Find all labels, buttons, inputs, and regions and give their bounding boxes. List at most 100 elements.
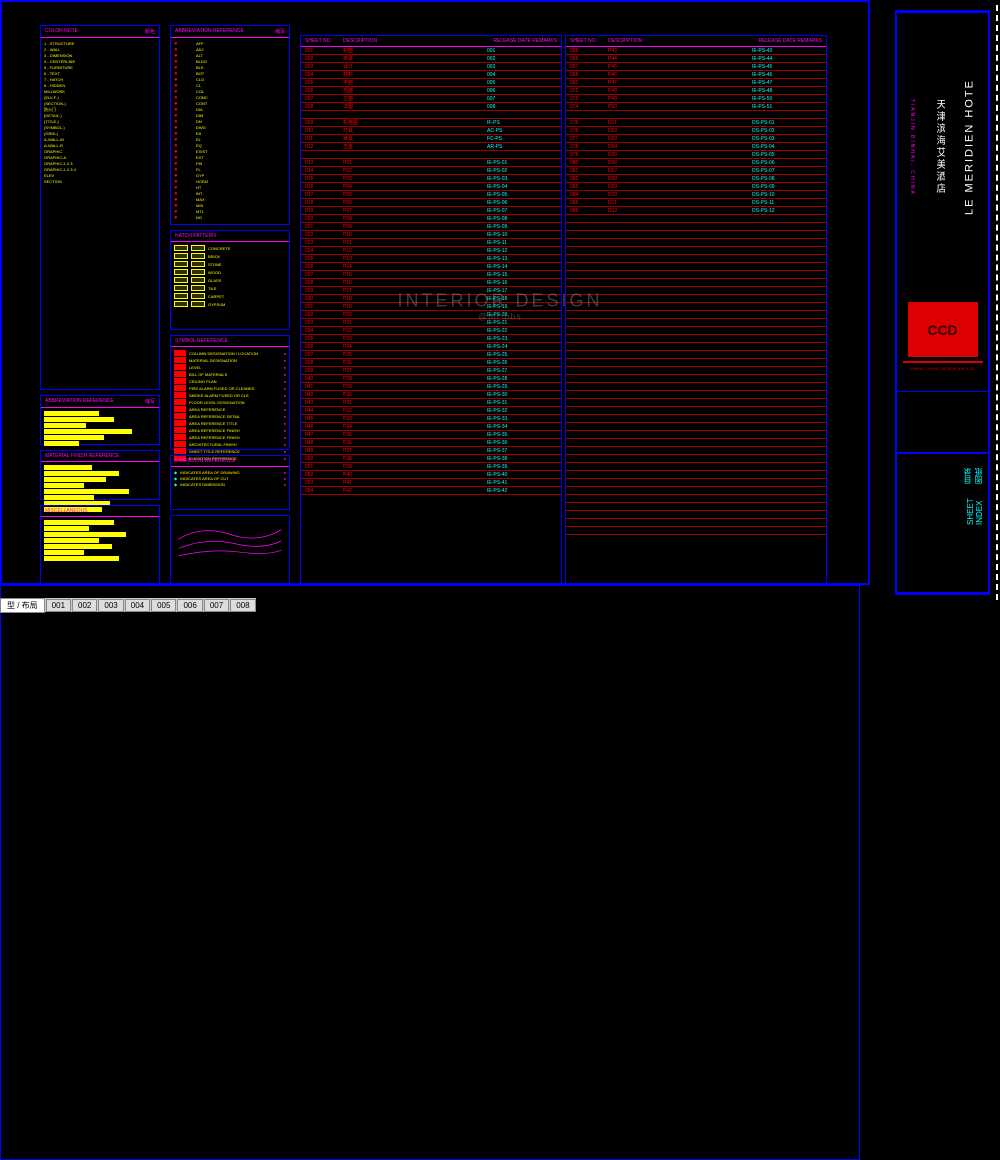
hdr-sheet-no: SHEET NO. (570, 38, 608, 44)
layout-tab-bar[interactable]: 型 / 布局 001002003004005006007008 (0, 598, 256, 612)
index-row: 035P23IE-PS-23 (301, 335, 561, 343)
index-row-blank (566, 375, 826, 383)
graphic-symbols-panel: ABBREVIATION REFERENCE 缩写 ●AFF●ADJ●ALT●B… (170, 25, 290, 225)
index-row-blank (566, 303, 826, 311)
index-row-blank (566, 527, 826, 535)
index-row-blank (566, 383, 826, 391)
index-row: 072P48IE-PS-48 (566, 87, 826, 95)
layout-tab[interactable]: 004 (125, 599, 150, 612)
index-row-blank (566, 295, 826, 303)
color-note-item: SECTION (44, 179, 156, 185)
index-row-blank (566, 359, 826, 367)
index-row: 020P08IE-PS-08 (301, 215, 561, 223)
symbol-ref-item: COLUMN DESIGNATION / LOCATION● (174, 350, 286, 356)
index-row-blank (566, 423, 826, 431)
index-row: 012五金AR-PS (301, 143, 561, 151)
info-block (897, 392, 988, 453)
symbol-ref-item: AREA REFERENCE TITLE● (174, 420, 286, 426)
bar-item (44, 532, 156, 537)
index-row: 028P16IE-PS-16 (301, 279, 561, 287)
index-row: 078D04DS-PS-04 (566, 143, 826, 151)
abbrev-item: ●NO (174, 215, 286, 221)
index-row: 017P05IE-PS-05 (301, 191, 561, 199)
index-row: 033P21IE-PS-21 (301, 319, 561, 327)
layout-tab[interactable]: 007 (204, 599, 229, 612)
index-row: 013P01IE-PS-01 (301, 159, 561, 167)
dim-ref-item: ◆INDICATES AREA OF DRAWING● (174, 470, 286, 475)
bar-item (44, 489, 156, 494)
index-row: 014P02IE-PS-02 (301, 167, 561, 175)
panel-header: HATCH PATTERN (171, 231, 289, 242)
dim-ref-item: ◆INDICATES AREA OF CUT● (174, 476, 286, 481)
symbol-ref-item: SHEET TITLE REFERENCE● (174, 448, 286, 454)
index-row-blank (566, 255, 826, 263)
index-row-blank (566, 463, 826, 471)
hatch-item: CARPET (174, 293, 286, 299)
panel-title: HATCH PATTERN (175, 233, 216, 239)
index-row-blank (566, 503, 826, 511)
index-row-blank (566, 479, 826, 487)
sheet-label: INDEX SHEET 图纸目录 (897, 453, 988, 533)
layout-tab[interactable]: 005 (151, 599, 176, 612)
index-row: 016P04IE-PS-04 (301, 183, 561, 191)
panel-title: ABBREVIATION REFERENCE (45, 398, 114, 405)
index-row: 077D03DS-PS-03 (566, 135, 826, 143)
title-loc: TIANJIN BINHAI, CHINA (909, 99, 915, 196)
hdr-rel: RELEASE DATE REMARKS (752, 38, 822, 44)
index-row: 036P24IE-PS-24 (301, 343, 561, 351)
layout-tab[interactable]: 002 (72, 599, 97, 612)
title-block: LE MERIDIEN HOTE 天津滨海艾美酒店 TIANJIN BINHAI… (895, 10, 990, 595)
index-row: 055P43IE-PS-43 (566, 47, 826, 55)
hatch-item: GYPSUM (174, 301, 286, 307)
bar-item (44, 495, 156, 500)
index-row: 001封面001 (301, 47, 561, 55)
bar-item (44, 417, 156, 422)
layout-tab[interactable]: 008 (230, 599, 255, 612)
panel-header: SYMBOL REFERENCE (171, 336, 289, 347)
index-row-blank (566, 519, 826, 527)
panel-title: MISCELLANEOUS (45, 508, 88, 514)
dim-ref-item: ◆INDICATES DIMENSION● (174, 482, 286, 487)
layout-tab[interactable]: 006 (177, 599, 202, 612)
bar-item (44, 556, 156, 561)
bar-item (44, 429, 156, 434)
layout-tab[interactable]: 003 (98, 599, 123, 612)
hatch-item: WOOD (174, 269, 286, 275)
layout-tab[interactable]: 001 (46, 599, 71, 612)
panel-title: COLOR NOTE (45, 28, 78, 35)
index-row: 057P45IE-PS-45 (566, 63, 826, 71)
index-row: 046P34IE-PS-34 (301, 423, 561, 431)
index-row: 005平面005 (301, 79, 561, 87)
index-row: 015P03IE-PS-03 (301, 175, 561, 183)
drawing-index-table-2: SHEET NO. DESCRIPTION RELEASE DATE REMAR… (565, 35, 827, 585)
index-row: 031P19IE-PS-19 (301, 303, 561, 311)
index-row: 022P10IE-PS-10 (301, 231, 561, 239)
index-row: 073P49IE-PS-50 (566, 95, 826, 103)
index-row-blank (566, 455, 826, 463)
hatch-item: STONE (174, 261, 286, 267)
panel-title: SYMBOL REFERENCE (175, 338, 228, 344)
hdr-desc: DESCRIPTION (608, 38, 752, 44)
index-row: 019P07IE-PS-07 (301, 207, 561, 215)
index-row: 058P46IE-PS-46 (566, 71, 826, 79)
ccd-firm: CHENG CHUNG DESIGN (HK) LTD. (910, 366, 975, 371)
index-row: 086D12DS-PS-12 (566, 207, 826, 215)
index-row: 034P22IE-PS-22 (301, 327, 561, 335)
index-row: 076D02DS-PS-02 (566, 127, 826, 135)
panel-title-r: 颜色 (145, 28, 155, 35)
symbol-ref-item: AREA REFERENCE FINISH● (174, 434, 286, 440)
index-row-blank (566, 231, 826, 239)
index-row: 082D08DS-PS-08 (566, 175, 826, 183)
index-row: 042P30IE-PS-30 (301, 391, 561, 399)
project-title: LE MERIDIEN HOTE 天津滨海艾美酒店 TIANJIN BINHAI… (897, 12, 988, 282)
index-row: 032P20IE-PS-20 (301, 311, 561, 319)
index-row: 075D01DS-PS-01 (566, 119, 826, 127)
index-header: SHEET NO. DESCRIPTION RELEASE DATE REMAR… (566, 36, 826, 47)
index-row-blank (566, 431, 826, 439)
index-row-blank (301, 111, 561, 119)
hdr-desc: DESCRIPTION (343, 38, 487, 44)
index-row-blank (566, 239, 826, 247)
hdr-rel: RELEASE DATE REMARKS (487, 38, 557, 44)
index-row: 079D05DS-PS-05 (566, 151, 826, 159)
index-row-blank (566, 271, 826, 279)
